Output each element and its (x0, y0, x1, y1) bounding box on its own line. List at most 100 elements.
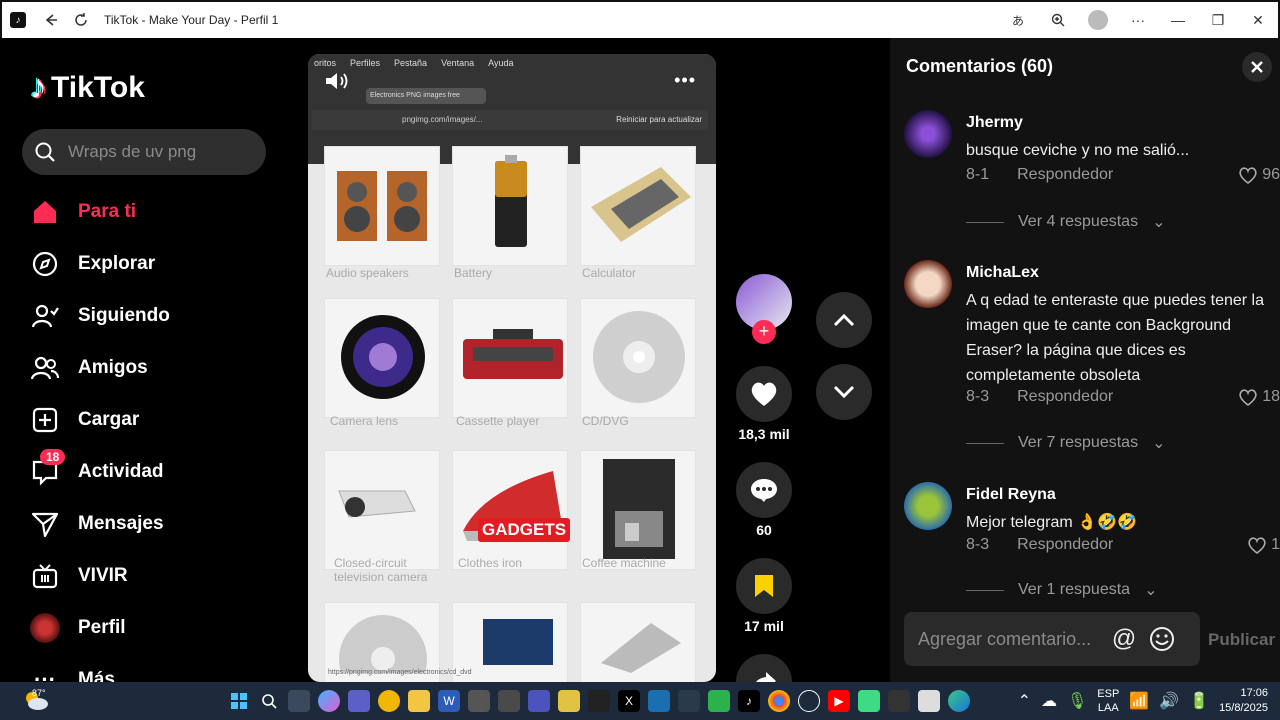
comment-input-box[interactable]: @ (904, 612, 1200, 666)
back-icon[interactable] (36, 5, 66, 35)
microphone-icon[interactable]: 🎙 (1067, 691, 1087, 711)
x-icon[interactable]: X (618, 690, 640, 712)
wifi-icon[interactable]: 📶 (1129, 691, 1149, 711)
word-icon[interactable]: W (438, 690, 460, 712)
app-icon[interactable] (888, 690, 910, 712)
view-replies-button[interactable]: Ver 4 respuestas ⌄ (966, 212, 1165, 232)
nav-item-vivir[interactable]: VIVIR (30, 550, 170, 602)
reply-button[interactable]: Respondedor (1017, 536, 1113, 554)
tiktok-taskbar-icon[interactable]: ♪ (738, 690, 760, 712)
teams-chat-icon[interactable] (528, 690, 550, 712)
clock[interactable]: 17:06 15/8/2025 (1219, 686, 1268, 716)
volume-icon[interactable]: 🔊 (1159, 691, 1179, 711)
minimize-button[interactable]: — (1158, 5, 1198, 35)
youtube-icon[interactable]: ▶ (828, 690, 850, 712)
comment-input[interactable] (918, 628, 1108, 650)
green-app-icon[interactable] (708, 690, 730, 712)
nav-item-siguiendo[interactable]: Siguiendo (30, 290, 170, 342)
comment-username[interactable]: MichaLex (966, 264, 1039, 282)
close-window-button[interactable]: ✕ (1238, 5, 1278, 35)
mention-icon[interactable]: @ (1108, 623, 1140, 655)
copilot-icon[interactable] (318, 690, 340, 712)
computer-image (483, 619, 553, 665)
video-more-icon[interactable]: ••• (674, 70, 696, 91)
cloud-icon[interactable] (648, 690, 670, 712)
view-replies-button[interactable]: Ver 1 respuesta ⌄ (966, 580, 1157, 598)
reload-icon[interactable] (66, 5, 96, 35)
capcut-icon[interactable] (588, 690, 610, 712)
google-chrome-icon[interactable] (768, 690, 790, 712)
comment-like-button[interactable]: 1 (1247, 536, 1280, 554)
video-player[interactable]: oritos Perfiles Pestaña Ventana Ayuda Electr… (308, 54, 716, 682)
comment-text: Mejor telegram 👌🤣🤣 (966, 514, 1137, 531)
nav-item-actividad[interactable]: 18 Actividad (30, 446, 170, 498)
comment-avatar[interactable] (904, 110, 952, 158)
device-image (601, 623, 681, 673)
close-comments-button[interactable] (1242, 52, 1272, 82)
search-input[interactable] (68, 142, 248, 162)
nav-item-cargar[interactable]: Cargar (30, 394, 170, 446)
translate-icon[interactable]: あ (998, 5, 1038, 35)
follow-button[interactable]: + (752, 320, 776, 344)
onedrive-icon[interactable]: ☁ (1041, 691, 1057, 711)
nav-item-amigos[interactable]: Amigos (30, 342, 170, 394)
battery-icon[interactable]: 🔋 (1189, 691, 1209, 711)
comment-username[interactable]: Jhermy (966, 114, 1023, 132)
comment-button[interactable] (736, 462, 792, 518)
edge-icon[interactable] (948, 690, 970, 712)
like-count: 18,3 mil (738, 426, 790, 442)
product-label: Calculator (582, 266, 637, 280)
search-bar[interactable] (22, 129, 266, 175)
profile-icon[interactable] (1078, 5, 1118, 35)
nav-item-perfil[interactable]: Perfil (30, 602, 170, 654)
nav-item-mensajes[interactable]: Mensajes (30, 498, 170, 550)
heart-outline-icon (1239, 167, 1257, 184)
zoom-icon[interactable] (1038, 5, 1078, 35)
tray-expand-icon[interactable]: ⌃ (1018, 691, 1031, 711)
calculator-app-icon[interactable] (468, 690, 490, 712)
maximize-button[interactable]: ❐ (1198, 5, 1238, 35)
comment-avatar[interactable] (904, 260, 952, 308)
heart-icon (751, 382, 777, 406)
comment-avatar[interactable] (904, 482, 952, 530)
view-replies-button[interactable]: Ver 7 respuestas ⌄ (966, 433, 1165, 453)
weather-widget[interactable]: 87° (22, 686, 50, 714)
live-icon (30, 561, 60, 591)
emoji-icon[interactable] (1146, 623, 1178, 655)
cd-image (593, 311, 685, 403)
file-explorer-icon[interactable] (408, 690, 430, 712)
creator-avatar[interactable]: + (736, 274, 792, 344)
notepad-icon[interactable] (918, 690, 940, 712)
android-icon[interactable] (858, 690, 880, 712)
save-button[interactable] (736, 558, 792, 614)
reply-button[interactable]: Respondedor (1017, 388, 1113, 406)
comment-username[interactable]: Fidel Reyna (966, 486, 1056, 504)
language-indicator[interactable]: ESP LAA (1097, 687, 1119, 715)
task-view-icon[interactable] (288, 690, 310, 712)
app-icon[interactable] (498, 690, 520, 712)
like-button[interactable] (736, 366, 792, 422)
iron-image (463, 471, 563, 541)
coffee-machine-image (603, 459, 675, 559)
notes-icon[interactable] (558, 690, 580, 712)
nav-item-explorar[interactable]: Explorar (30, 238, 170, 290)
vpn-icon[interactable] (678, 690, 700, 712)
taskbar-search-icon[interactable] (258, 690, 280, 712)
chatgpt-icon[interactable] (798, 690, 820, 712)
next-video-button[interactable] (816, 364, 872, 420)
more-options-icon[interactable]: ··· (1118, 5, 1158, 35)
comment-like-button[interactable]: 18 (1238, 388, 1280, 406)
comment-like-button[interactable]: 96 (1238, 166, 1280, 184)
chrome-app-icon[interactable] (378, 690, 400, 712)
teams-icon[interactable] (348, 690, 370, 712)
previous-video-button[interactable] (816, 292, 872, 348)
nav-item-para-ti[interactable]: Para ti (30, 186, 170, 238)
windows-start-icon[interactable] (228, 690, 250, 712)
publish-button[interactable]: Publicar (1208, 630, 1275, 650)
sound-icon[interactable] (324, 70, 350, 97)
video-feed: oritos Perfiles Pestaña Ventana Ayuda Electr… (290, 38, 890, 710)
reply-button[interactable]: Respondedor (1017, 166, 1113, 184)
tiktok-logo[interactable]: ♪ TikTok (30, 68, 145, 107)
system-tray: ⌃ ☁ 🎙 ESP LAA 📶 🔊 🔋 17:06 15/8/2025 (1018, 682, 1280, 720)
window-titlebar: ♪ TikTok - Make Your Day - Perfil 1 あ ··… (0, 0, 1280, 38)
